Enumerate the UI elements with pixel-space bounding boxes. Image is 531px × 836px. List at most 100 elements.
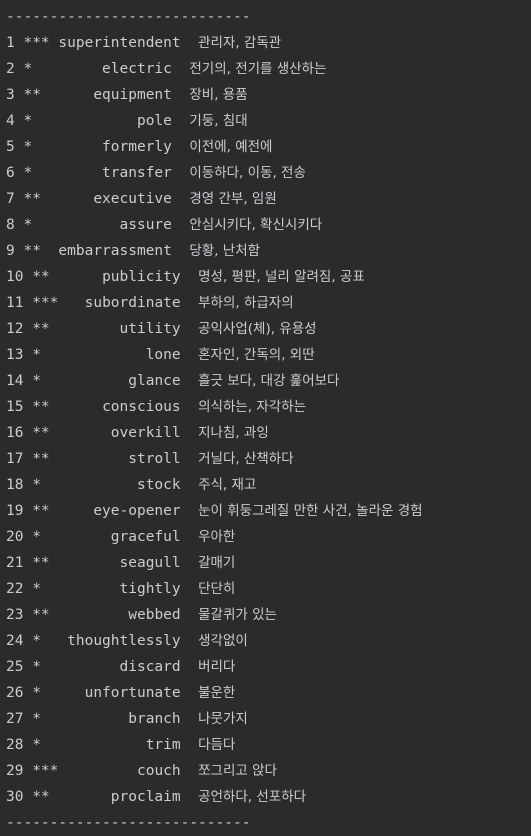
english-word: publicity bbox=[102, 269, 181, 285]
importance-stars: ** bbox=[32, 555, 50, 571]
importance-stars: * bbox=[23, 61, 33, 77]
list-item: 14 * glance 흘긋 보다, 대강 훑어보다 bbox=[6, 368, 531, 394]
importance-stars: ** bbox=[23, 87, 41, 103]
english-word: discard bbox=[119, 659, 181, 675]
korean-meaning: 혼자인, 간독의, 외딴 bbox=[198, 347, 315, 363]
english-word: unfortunate bbox=[84, 685, 181, 701]
importance-stars: * bbox=[32, 581, 41, 597]
korean-meaning: 전기의, 전기를 생산하는 bbox=[189, 61, 327, 77]
english-word: eye-opener bbox=[93, 503, 181, 519]
row-number: 22 bbox=[6, 581, 24, 597]
row-number: 19 bbox=[6, 503, 24, 519]
row-number: 30 bbox=[6, 789, 24, 805]
importance-stars: *** bbox=[23, 35, 50, 51]
list-item: 1 *** superintendent 관리자, 감독관 bbox=[6, 30, 531, 56]
korean-meaning: 단단히 bbox=[198, 581, 236, 597]
importance-stars: * bbox=[32, 711, 41, 727]
row-number: 4 bbox=[6, 113, 15, 129]
list-item: 30 ** proclaim 공언하다, 선포하다 bbox=[6, 784, 531, 810]
english-word: superintendent bbox=[58, 35, 181, 51]
english-word: equipment bbox=[93, 87, 172, 103]
korean-meaning: 경영 간부, 임원 bbox=[189, 191, 277, 207]
importance-stars: *** bbox=[32, 763, 59, 779]
row-number: 1 bbox=[6, 35, 15, 51]
row-number: 24 bbox=[6, 633, 24, 649]
importance-stars: ** bbox=[32, 789, 50, 805]
english-word: stock bbox=[136, 477, 181, 493]
importance-stars: * bbox=[23, 113, 33, 129]
row-number: 2 bbox=[6, 61, 15, 77]
korean-meaning: 지나침, 과잉 bbox=[198, 425, 269, 441]
korean-meaning: 물갈퀴가 있는 bbox=[198, 607, 277, 623]
row-number: 14 bbox=[6, 373, 24, 389]
list-item: 15 ** conscious 의식하는, 자각하는 bbox=[6, 394, 531, 420]
console-output[interactable]: ---------------------------- 1 *** super… bbox=[0, 0, 531, 835]
list-item: 8 * assure 안심시키다, 확신시키다 bbox=[6, 212, 531, 238]
korean-meaning: 의식하는, 자각하는 bbox=[198, 399, 307, 415]
row-number: 28 bbox=[6, 737, 24, 753]
list-item: 7 ** executive 경영 간부, 임원 bbox=[6, 186, 531, 212]
row-number: 11 bbox=[6, 295, 24, 311]
list-item: 18 * stock 주식, 재고 bbox=[6, 472, 531, 498]
english-word: embarrassment bbox=[58, 243, 172, 259]
row-number: 3 bbox=[6, 87, 15, 103]
list-item: 23 ** webbed 물갈퀴가 있는 bbox=[6, 602, 531, 628]
separator-top: ---------------------------- bbox=[6, 9, 251, 25]
row-number: 15 bbox=[6, 399, 24, 415]
importance-stars: * bbox=[23, 139, 33, 155]
list-item: 12 ** utility 공익사업(체), 유용성 bbox=[6, 316, 531, 342]
english-word: electric bbox=[102, 61, 172, 77]
english-word: branch bbox=[128, 711, 181, 727]
row-number: 17 bbox=[6, 451, 24, 467]
importance-stars: * bbox=[32, 529, 41, 545]
korean-meaning: 이전에, 예전에 bbox=[189, 139, 273, 155]
english-word: transfer bbox=[102, 165, 172, 181]
list-item: 9 ** embarrassment 당황, 난처함 bbox=[6, 238, 531, 264]
row-number: 6 bbox=[6, 165, 15, 181]
korean-meaning: 눈이 휘둥그레질 만한 사건, 놀라운 경험 bbox=[198, 503, 423, 519]
importance-stars: ** bbox=[32, 451, 50, 467]
list-item: 16 ** overkill 지나침, 과잉 bbox=[6, 420, 531, 446]
list-item: 25 * discard 버리다 bbox=[6, 654, 531, 680]
importance-stars: * bbox=[23, 217, 33, 233]
english-word: lone bbox=[145, 347, 181, 363]
korean-meaning: 안심시키다, 확신시키다 bbox=[189, 217, 323, 233]
english-word: proclaim bbox=[110, 789, 181, 805]
importance-stars: * bbox=[23, 165, 33, 181]
importance-stars: ** bbox=[23, 243, 41, 259]
importance-stars: ** bbox=[23, 191, 41, 207]
row-number: 16 bbox=[6, 425, 24, 441]
importance-stars: * bbox=[32, 373, 41, 389]
list-item: 24 * thoughtlessly 생각없이 bbox=[6, 628, 531, 654]
korean-meaning: 갈매기 bbox=[198, 555, 236, 571]
korean-meaning: 이동하다, 이동, 전송 bbox=[189, 165, 306, 181]
importance-stars: ** bbox=[32, 425, 50, 441]
importance-stars: * bbox=[32, 685, 41, 701]
english-word: subordinate bbox=[84, 295, 181, 311]
korean-meaning: 부하의, 하급자의 bbox=[198, 295, 294, 311]
list-item: 21 ** seagull 갈매기 bbox=[6, 550, 531, 576]
row-number: 18 bbox=[6, 477, 24, 493]
english-word: seagull bbox=[119, 555, 181, 571]
importance-stars: * bbox=[32, 347, 41, 363]
list-item: 17 ** stroll 거닐다, 산책하다 bbox=[6, 446, 531, 472]
korean-meaning: 관리자, 감독관 bbox=[198, 35, 282, 51]
importance-stars: * bbox=[32, 659, 41, 675]
korean-meaning: 거닐다, 산책하다 bbox=[198, 451, 294, 467]
row-number: 7 bbox=[6, 191, 15, 207]
row-number: 5 bbox=[6, 139, 15, 155]
row-number: 26 bbox=[6, 685, 24, 701]
korean-meaning: 나뭇가지 bbox=[198, 711, 248, 727]
korean-meaning: 쪼그리고 앉다 bbox=[198, 763, 277, 779]
row-number: 29 bbox=[6, 763, 24, 779]
english-word: trim bbox=[145, 737, 181, 753]
importance-stars: * bbox=[32, 633, 41, 649]
row-number: 27 bbox=[6, 711, 24, 727]
english-word: graceful bbox=[110, 529, 181, 545]
list-item: 11 *** subordinate 부하의, 하급자의 bbox=[6, 290, 531, 316]
english-word: assure bbox=[119, 217, 172, 233]
english-word: formerly bbox=[102, 139, 172, 155]
korean-meaning: 공언하다, 선포하다 bbox=[198, 789, 307, 805]
importance-stars: * bbox=[32, 477, 41, 493]
row-number: 8 bbox=[6, 217, 15, 233]
